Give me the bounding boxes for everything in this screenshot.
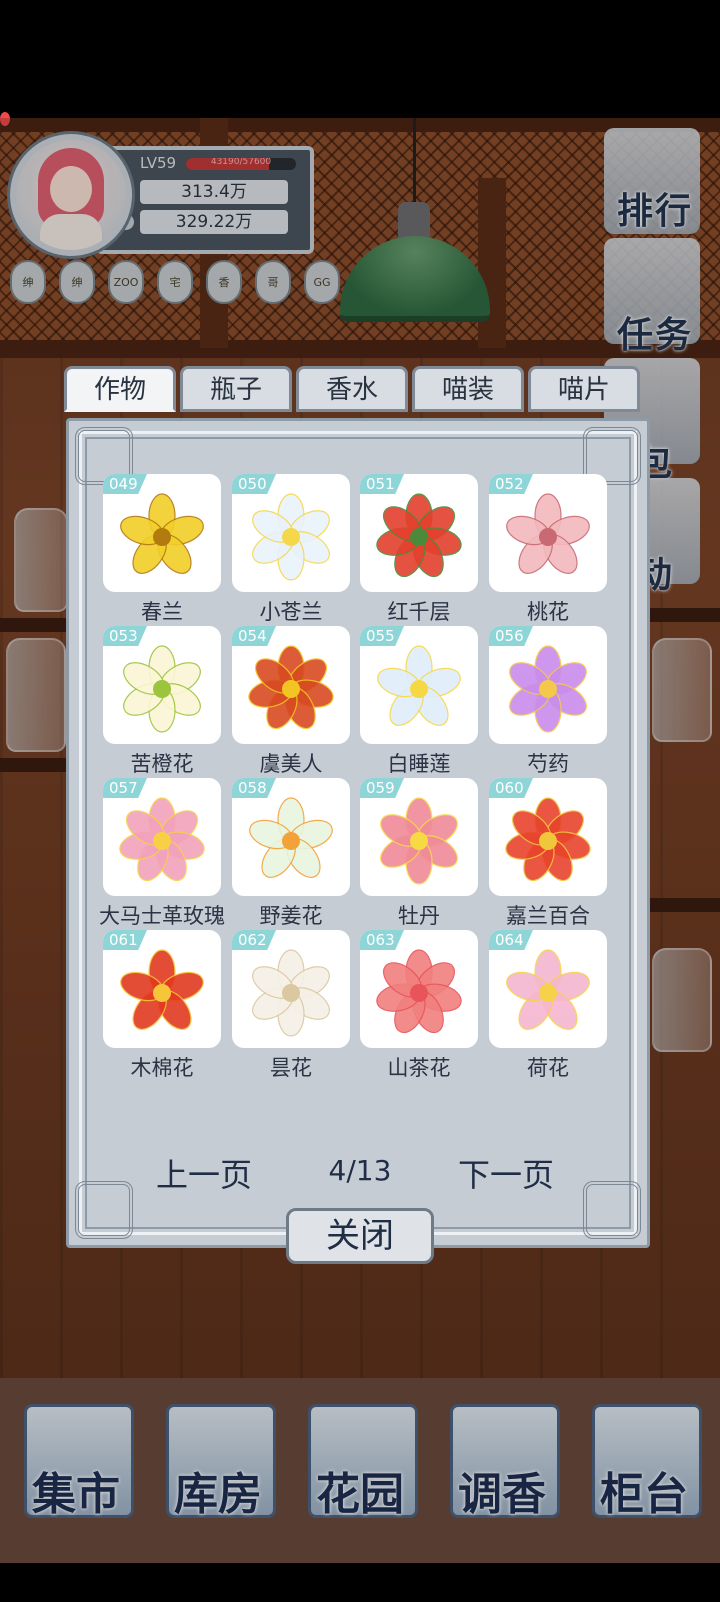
flower-center: [539, 832, 557, 850]
flower-center: [153, 832, 171, 850]
flower-icon: [248, 645, 334, 730]
tab-bottles[interactable]: 瓶子: [180, 366, 292, 412]
item-card[interactable]: 063: [360, 930, 478, 1048]
item-card[interactable]: 049: [103, 474, 221, 592]
item-card[interactable]: 064: [489, 930, 607, 1048]
flower-icon: [119, 797, 205, 882]
item-name: 荷花: [527, 1056, 569, 1080]
item-card[interactable]: 056: [489, 626, 607, 744]
frame-corner: [75, 1181, 133, 1239]
flower-icon: [506, 493, 590, 574]
item-name: 红千层: [387, 600, 451, 624]
flower-icon: [376, 493, 462, 578]
flower-icon: [120, 493, 204, 574]
item-number: 060: [489, 778, 533, 798]
flower-center: [153, 680, 171, 698]
flower-icon: [377, 645, 461, 726]
item-card[interactable]: 059: [360, 778, 478, 896]
tab-crops[interactable]: 作物: [64, 366, 176, 412]
flower-center: [282, 680, 300, 698]
prev-page-button[interactable]: 上一页: [156, 1150, 252, 1196]
item-number: 058: [232, 778, 276, 798]
item-number: 062: [232, 930, 276, 950]
flower-icon: [506, 949, 590, 1030]
item-card[interactable]: 052: [489, 474, 607, 592]
item-number: 054: [232, 626, 276, 646]
tab-cat-outfits[interactable]: 喵装: [412, 366, 524, 412]
item-number: 052: [489, 474, 533, 494]
flower-center: [539, 680, 557, 698]
item-number: 051: [360, 474, 404, 494]
item-name: 木棉花: [130, 1056, 194, 1080]
flower-center: [539, 528, 557, 546]
flower-icon: [123, 645, 201, 733]
item-name: 桃花: [527, 600, 569, 624]
item-card[interactable]: 054: [232, 626, 350, 744]
flower-icon: [252, 493, 330, 581]
item-name: 春兰: [141, 600, 183, 624]
flower-icon: [120, 949, 204, 1030]
item-number: 055: [360, 626, 404, 646]
item-card[interactable]: 057: [103, 778, 221, 896]
item-number: 064: [489, 930, 533, 950]
flower-icon: [505, 797, 591, 882]
item-number: 059: [360, 778, 404, 798]
item-card[interactable]: 060: [489, 778, 607, 896]
page-indicator: 4/13: [328, 1154, 392, 1187]
flower-center: [282, 832, 300, 850]
flower-center: [410, 984, 428, 1002]
flower-center: [410, 832, 428, 850]
item-card[interactable]: 051: [360, 474, 478, 592]
tab-cat-photos[interactable]: 喵片: [528, 366, 640, 412]
item-name: 苦橙花: [130, 752, 194, 776]
flower-icon: [252, 949, 330, 1037]
flower-center: [282, 528, 300, 546]
item-name: 嘉兰百合: [506, 904, 590, 928]
close-button[interactable]: 关闭: [286, 1208, 434, 1264]
flower-center: [282, 984, 300, 1002]
item-card[interactable]: 053: [103, 626, 221, 744]
flower-center: [410, 680, 428, 698]
item-number: 061: [103, 930, 147, 950]
item-number: 053: [103, 626, 147, 646]
item-card[interactable]: 061: [103, 930, 221, 1048]
item-number: 050: [232, 474, 276, 494]
flower-icon: [380, 797, 458, 885]
frame-corner: [583, 1181, 641, 1239]
item-number: 057: [103, 778, 147, 798]
item-card[interactable]: 058: [232, 778, 350, 896]
item-number: 056: [489, 626, 533, 646]
flower-center: [153, 528, 171, 546]
flower-center: [410, 528, 428, 546]
flower-icon: [509, 645, 587, 733]
item-name: 白睡莲: [387, 752, 451, 776]
item-card[interactable]: 055: [360, 626, 478, 744]
flower-center: [153, 984, 171, 1002]
item-number: 063: [360, 930, 404, 950]
item-card[interactable]: 050: [232, 474, 350, 592]
item-name: 牡丹: [398, 904, 440, 928]
item-name: 山茶花: [387, 1056, 451, 1080]
item-card[interactable]: 062: [232, 930, 350, 1048]
next-page-button[interactable]: 下一页: [458, 1150, 554, 1196]
flower-icon: [376, 949, 462, 1034]
item-name: 芍药: [527, 752, 569, 776]
flower-center: [539, 984, 557, 1002]
flower-icon: [249, 797, 333, 878]
item-number: 049: [103, 474, 147, 494]
item-name: 大马士革玫瑰: [99, 904, 225, 928]
tab-perfume[interactable]: 香水: [296, 366, 408, 412]
